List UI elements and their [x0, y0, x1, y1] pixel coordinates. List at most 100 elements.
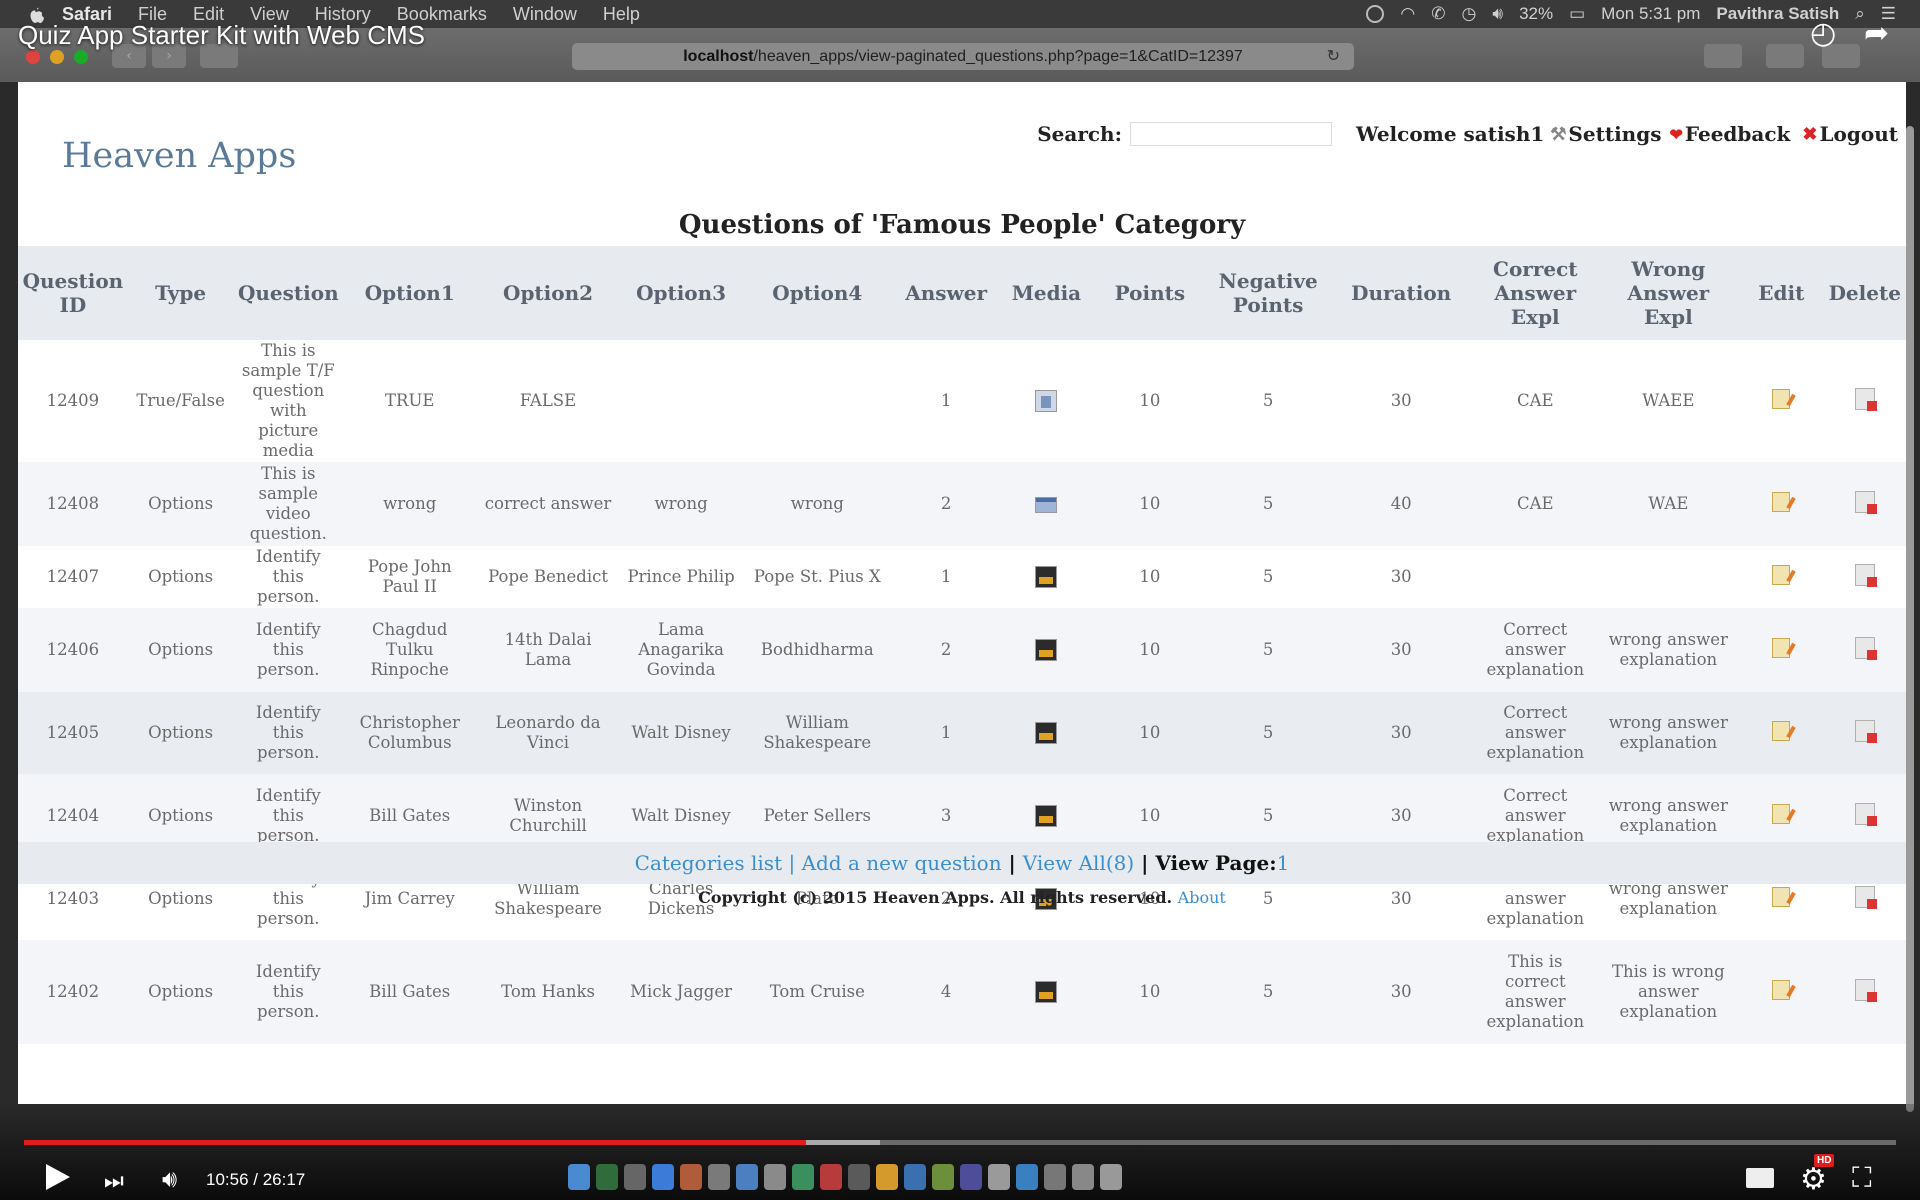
cell-duration: 40 — [1390, 494, 1412, 513]
video-icon[interactable] — [1035, 496, 1058, 513]
feedback-link[interactable]: Feedback — [1685, 122, 1791, 146]
delete-icon[interactable] — [1854, 802, 1877, 826]
search-input[interactable] — [1129, 122, 1332, 146]
edit-icon[interactable] — [1772, 637, 1791, 658]
settings-link[interactable]: Settings — [1568, 122, 1661, 146]
cell-wrong-expl: WAEE — [1642, 391, 1695, 410]
logout-icon[interactable]: ✖ — [1802, 124, 1817, 145]
subtitles-icon[interactable] — [1746, 1168, 1774, 1188]
volume-status-icon[interactable]: 🔊︎ — [1492, 4, 1503, 24]
volume-icon[interactable]: 🔊︎ — [162, 1166, 177, 1194]
col-wrong-expl[interactable]: Wrong Answer Expl — [1598, 246, 1739, 340]
tabs-button[interactable] — [1766, 44, 1804, 68]
cell-correct-expl: Correct answer explanation — [1486, 620, 1585, 679]
col-points[interactable]: Points — [1093, 246, 1207, 340]
cell-media — [1000, 692, 1093, 774]
play-icon[interactable] — [46, 1164, 70, 1190]
time-machine-icon[interactable]: ◷ — [1462, 4, 1477, 24]
next-icon[interactable]: ⏭ — [104, 1168, 124, 1194]
edit-icon[interactable] — [1772, 564, 1791, 585]
page-scrollbar[interactable] — [1906, 126, 1914, 1112]
cell-option1: Chagdud Tulku Rinpoche — [370, 620, 449, 679]
menu-window[interactable]: Window — [513, 4, 577, 25]
edit-icon[interactable] — [1772, 803, 1791, 824]
delete-icon[interactable] — [1854, 563, 1877, 587]
col-correct-expl[interactable]: Correct Answer Expl — [1473, 246, 1598, 340]
brand-logo[interactable]: Heaven Apps — [62, 136, 296, 176]
separator: | — [782, 851, 802, 875]
share-arrow-icon[interactable]: ➦ — [1864, 16, 1889, 51]
col-option3[interactable]: Option3 — [620, 246, 742, 340]
settings-icon[interactable]: ⚒ — [1550, 124, 1566, 145]
record-icon[interactable] — [1366, 5, 1385, 23]
add-question-link[interactable]: Add a new question — [802, 851, 1002, 875]
share-button[interactable] — [1704, 44, 1742, 68]
col-option2[interactable]: Option2 — [476, 246, 620, 340]
col-question[interactable]: Question — [233, 246, 343, 340]
col-edit: Edit — [1758, 281, 1805, 305]
cell-answer: 1 — [940, 391, 952, 410]
minimize-window-icon[interactable] — [50, 50, 64, 64]
battery-percent[interactable]: 32% — [1519, 4, 1553, 24]
delete-icon[interactable] — [1854, 719, 1877, 743]
cell-media — [1000, 940, 1093, 1044]
about-link[interactable]: About — [1178, 888, 1226, 907]
col-type[interactable]: Type — [128, 246, 234, 340]
delete-icon[interactable] — [1854, 490, 1877, 514]
cell-negative-points: 5 — [1262, 982, 1274, 1001]
image-icon[interactable] — [1035, 981, 1058, 1003]
video-title[interactable]: Quiz App Starter Kit with Web CMS — [18, 20, 425, 51]
delete-icon[interactable] — [1854, 978, 1877, 1002]
cell-wrong-expl: wrong answer explanation — [1608, 713, 1728, 752]
edit-icon[interactable] — [1772, 979, 1791, 1000]
image-icon[interactable] — [1035, 566, 1058, 588]
logout-link[interactable]: Logout — [1819, 122, 1898, 146]
wifi-icon[interactable]: ◠ — [1400, 4, 1415, 24]
menu-help[interactable]: Help — [603, 4, 640, 25]
view-all-link[interactable]: View All(8) — [1023, 851, 1134, 875]
watch-later-icon[interactable]: ◴ — [1810, 16, 1836, 51]
edit-icon[interactable] — [1772, 491, 1791, 512]
clock[interactable]: Mon 5:31 pm — [1601, 4, 1700, 24]
col-duration[interactable]: Duration — [1329, 246, 1473, 340]
cell-option3: Prince Philip — [627, 567, 735, 586]
cell-option4: wrong — [790, 494, 844, 513]
fullscreen-icon[interactable]: ⛶ — [1852, 1162, 1872, 1195]
edit-icon[interactable] — [1772, 388, 1791, 409]
cell-duration: 30 — [1390, 640, 1412, 659]
video-progress-bar[interactable] — [24, 1140, 1896, 1145]
feedback-icon[interactable]: ❤ — [1669, 125, 1682, 144]
cell-question: This is sample video question. — [249, 464, 327, 543]
address-bar[interactable]: localhost/heaven_apps/view-paginated_que… — [572, 43, 1354, 70]
cell-option2: correct answer — [484, 494, 612, 513]
cell-id: 12409 — [46, 391, 100, 410]
page-1-link[interactable]: 1 — [1277, 851, 1290, 875]
col-media[interactable]: Media — [1000, 246, 1093, 340]
image-icon[interactable] — [1035, 722, 1058, 744]
col-question-id[interactable]: Question ID — [18, 246, 128, 340]
reload-icon[interactable]: ↻ — [1327, 43, 1340, 70]
document-icon[interactable] — [1035, 390, 1058, 412]
col-negative-points[interactable]: Negative Points — [1207, 246, 1329, 340]
battery-icon[interactable]: ▭ — [1569, 4, 1585, 24]
zoom-window-icon[interactable] — [74, 50, 88, 64]
phone-icon[interactable]: ✆ — [1431, 4, 1445, 24]
delete-icon[interactable] — [1854, 387, 1877, 411]
cell-delete — [1824, 692, 1906, 774]
cell-type: Options — [148, 982, 214, 1001]
delete-icon[interactable] — [1854, 636, 1877, 660]
cell-media — [1000, 340, 1093, 462]
close-window-icon[interactable] — [26, 50, 40, 64]
image-icon[interactable] — [1035, 639, 1058, 661]
categories-list-link[interactable]: Categories list — [635, 851, 782, 875]
col-answer[interactable]: Answer — [892, 246, 1000, 340]
image-icon[interactable] — [1035, 805, 1058, 827]
dock-app-icon — [876, 1164, 898, 1190]
col-option4[interactable]: Option4 — [742, 246, 892, 340]
dock-app-icon — [624, 1164, 646, 1190]
cell-negative-points: 5 — [1262, 567, 1274, 586]
edit-icon[interactable] — [1772, 720, 1791, 741]
cell-points: 10 — [1139, 723, 1161, 742]
col-option1[interactable]: Option1 — [343, 246, 476, 340]
settings-gear-icon[interactable]: ⚙ — [1800, 1162, 1827, 1197]
